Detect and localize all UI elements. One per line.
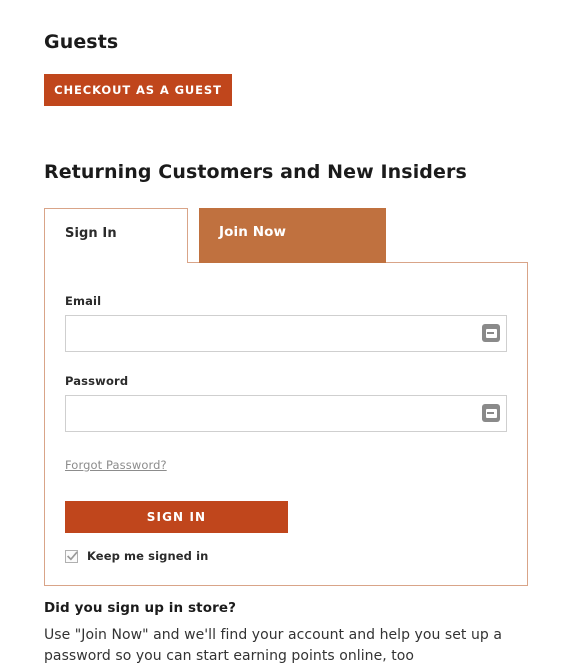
checkmark-icon (66, 550, 78, 561)
email-field-wrapper (65, 315, 507, 352)
guests-heading: Guests (44, 31, 119, 53)
tab-sign-in-label: Sign In (65, 226, 117, 241)
password-field-wrapper (65, 395, 507, 432)
checkout-as-guest-button[interactable]: CHECKOUT AS A GUEST (44, 74, 232, 106)
tab-join-now[interactable]: Join Now (199, 208, 386, 263)
autofill-dots-icon[interactable] (482, 324, 500, 342)
keep-signed-in-row: Keep me signed in (65, 549, 507, 563)
returning-customers-heading: Returning Customers and New Insiders (44, 161, 467, 183)
tab-sign-in[interactable]: Sign In (44, 208, 188, 263)
forgot-password-link[interactable]: Forgot Password? (65, 458, 167, 472)
sign-in-button[interactable]: SIGN IN (65, 501, 288, 533)
password-label: Password (65, 374, 129, 388)
sign-in-panel: Email Password Forgot Password? SIGN IN … (44, 262, 528, 586)
store-signup-note-heading: Did you sign up in store? (44, 600, 237, 616)
keep-signed-in-label: Keep me signed in (87, 549, 209, 563)
store-signup-note-body: Use "Join Now" and we'll find your accou… (44, 627, 502, 664)
keep-signed-in-checkbox[interactable] (65, 549, 78, 563)
email-input[interactable] (65, 315, 507, 352)
email-label: Email (65, 294, 102, 308)
auth-tablist: Sign In Join Now (44, 208, 528, 263)
tab-join-now-label: Join Now (219, 224, 287, 240)
password-input[interactable] (65, 395, 507, 432)
autofill-dots-icon[interactable] (482, 404, 500, 422)
checkout-signin-page: Guests CHECKOUT AS A GUEST Returning Cus… (0, 0, 572, 669)
